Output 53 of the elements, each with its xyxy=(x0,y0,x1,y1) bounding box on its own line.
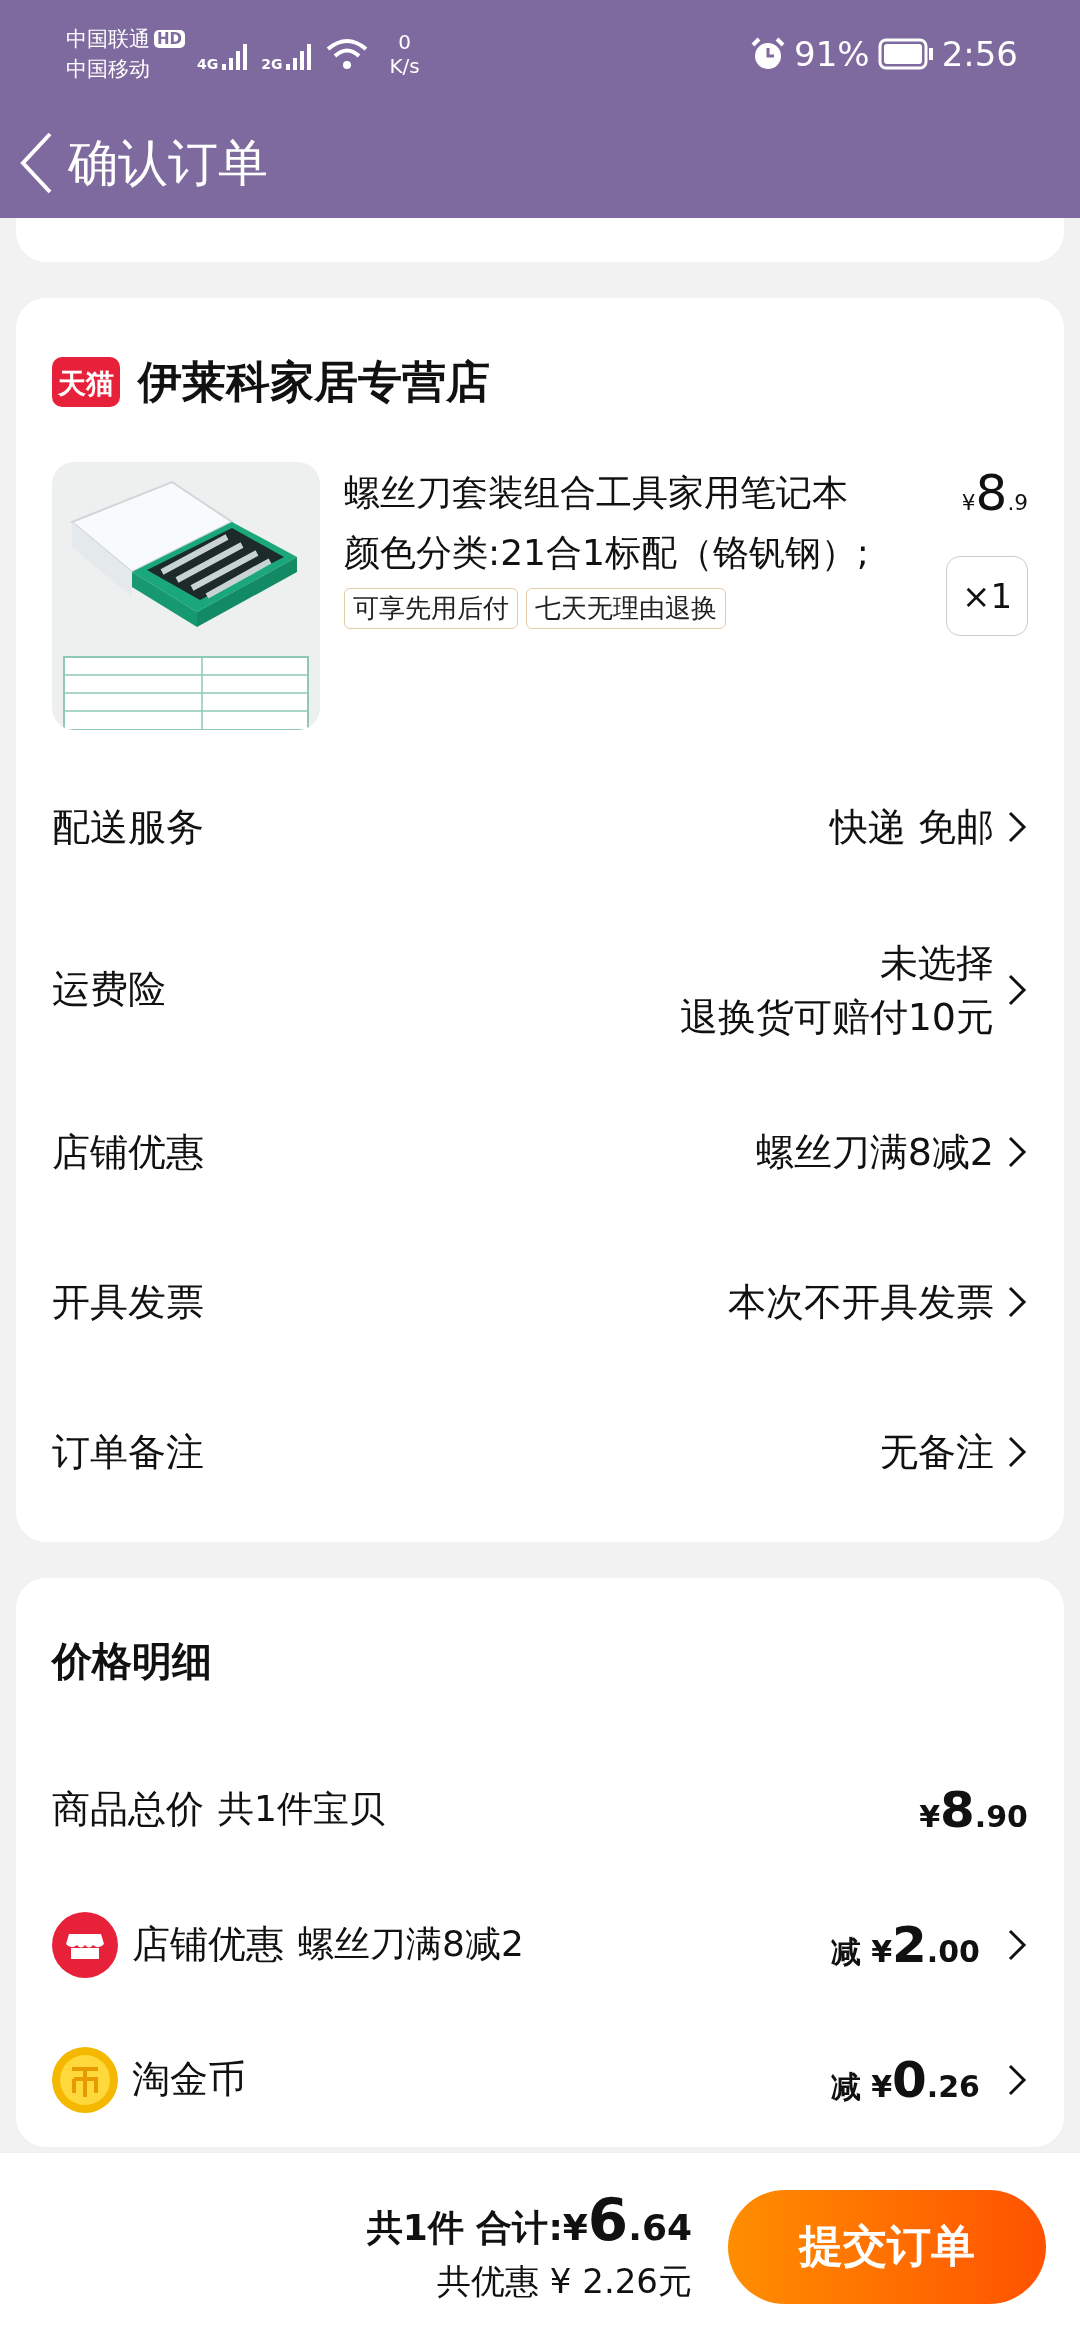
chevron-right-icon xyxy=(1006,1135,1028,1169)
clock-time: 2:56 xyxy=(941,34,1018,74)
chevron-right-icon xyxy=(1006,1285,1028,1319)
row-value[interactable]: 快递 免邮 xyxy=(829,804,994,850)
row-value[interactable]: 螺丝刀满8减2 xyxy=(755,1129,994,1175)
network-label: 2G xyxy=(261,56,283,72)
signal-icon xyxy=(220,42,250,72)
coin-icon xyxy=(52,2046,118,2113)
speed-unit: K/s xyxy=(389,54,420,78)
battery-percent: 91% xyxy=(794,34,870,74)
row-value[interactable]: 未选择 xyxy=(880,939,994,986)
row-label: 店铺优惠 xyxy=(52,1128,205,1176)
price-note: 螺丝刀满8减2 xyxy=(298,1922,524,1966)
store-logo: 天猫 xyxy=(52,357,120,407)
price-label: 商品总价 xyxy=(52,1786,204,1833)
row-value[interactable]: 本次不开具发票 xyxy=(728,1279,994,1325)
price-amount: 减 ¥0.26 xyxy=(830,2050,980,2109)
row-label: 开具发票 xyxy=(52,1278,205,1326)
discount-total: 共优惠 ¥ 2.26元 xyxy=(437,2259,692,2303)
price-label: 店铺优惠 xyxy=(132,1921,284,1968)
section-title: 价格明细 xyxy=(52,1636,213,1686)
row-value[interactable]: 退换货可赔付10元 xyxy=(679,993,994,1040)
row-value[interactable]: 无备注 xyxy=(880,1429,994,1475)
battery-icon xyxy=(877,38,934,70)
price-note: 共1件宝贝 xyxy=(218,1787,385,1831)
hd-badge: HD xyxy=(154,30,185,48)
price-label: 淘金币 xyxy=(132,2056,246,2103)
speed-value: 0 xyxy=(398,30,411,54)
chevron-right-icon xyxy=(1006,1435,1028,1469)
row-label: 配送服务 xyxy=(52,803,205,851)
network-label: 4G xyxy=(197,56,219,72)
carrier-name: 中国联通 xyxy=(66,26,150,52)
service-tag: 七天无理由退换 xyxy=(526,588,726,629)
service-tag: 可享先用后付 xyxy=(344,588,518,629)
quantity-badge: ×1 xyxy=(946,556,1028,636)
chevron-right-icon xyxy=(1006,810,1028,844)
row-label: 运费险 xyxy=(52,966,167,1013)
wifi-icon xyxy=(325,37,370,71)
product-variant: 颜色分类:21合1标配（铬钒钢）; xyxy=(344,531,870,575)
signal-icon xyxy=(284,42,314,72)
store-icon xyxy=(52,1911,118,1978)
carrier-name: 中国移动 xyxy=(66,56,151,82)
page-title: 确认订单 xyxy=(68,132,268,194)
back-icon[interactable] xyxy=(18,131,54,195)
alarm-clock-icon xyxy=(750,36,787,72)
price-amount: 减 ¥2.00 xyxy=(830,1915,980,1974)
product-price: ¥8.9 xyxy=(961,468,1028,524)
chevron-right-icon xyxy=(1006,972,1028,1007)
product-title[interactable]: 螺丝刀套装组合工具家用笔记本 xyxy=(344,468,914,518)
store-name[interactable]: 伊莱科家居专营店 xyxy=(138,352,490,412)
price-amount: ¥8.90 xyxy=(919,1780,1028,1839)
order-total: 共1件 合计:¥6.64 xyxy=(366,2188,692,2256)
row-label: 订单备注 xyxy=(52,1428,205,1476)
